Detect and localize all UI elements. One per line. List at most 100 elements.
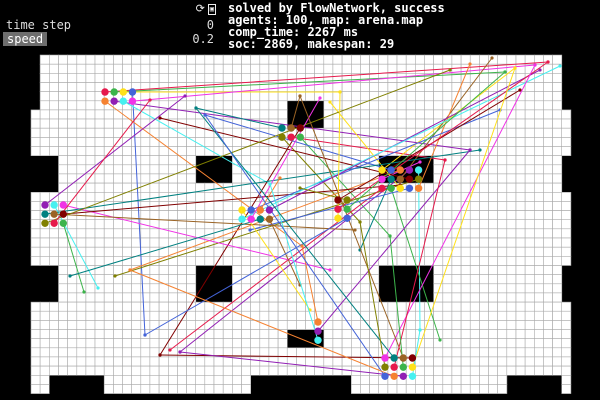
agent[interactable] bbox=[405, 184, 414, 192]
map-cell bbox=[195, 73, 206, 83]
agent[interactable] bbox=[41, 201, 49, 209]
agent[interactable] bbox=[390, 354, 398, 362]
agent[interactable] bbox=[265, 215, 274, 223]
agent[interactable] bbox=[399, 363, 407, 371]
map-cell bbox=[259, 91, 270, 102]
map-cell bbox=[177, 365, 187, 376]
map-canvas[interactable] bbox=[0, 0, 600, 400]
agent[interactable] bbox=[101, 97, 109, 105]
agent[interactable] bbox=[334, 205, 342, 213]
agent[interactable] bbox=[296, 133, 304, 141]
time-step-row[interactable]: time step 0 bbox=[6, 18, 214, 32]
agent[interactable] bbox=[278, 124, 286, 132]
map-cell bbox=[433, 384, 444, 394]
agent[interactable] bbox=[378, 166, 386, 174]
agent[interactable] bbox=[256, 206, 264, 214]
agent[interactable] bbox=[378, 184, 386, 192]
agent[interactable] bbox=[405, 166, 414, 174]
agent[interactable] bbox=[387, 184, 395, 192]
agent[interactable] bbox=[405, 175, 414, 183]
agent[interactable] bbox=[59, 210, 67, 218]
refresh-icon[interactable]: ⟳ bbox=[196, 3, 205, 15]
agent[interactable] bbox=[381, 354, 389, 362]
agent[interactable] bbox=[408, 354, 417, 362]
agent[interactable] bbox=[390, 363, 398, 371]
map-cell bbox=[222, 320, 233, 330]
map-cell bbox=[369, 118, 380, 129]
agent[interactable] bbox=[296, 124, 304, 132]
map-cell bbox=[424, 338, 434, 349]
agent[interactable] bbox=[119, 88, 128, 96]
agent[interactable] bbox=[396, 166, 404, 174]
agent[interactable] bbox=[387, 166, 395, 174]
agent[interactable] bbox=[50, 201, 58, 209]
agent[interactable] bbox=[408, 372, 417, 380]
map-cell bbox=[122, 374, 132, 385]
map-cell bbox=[552, 301, 563, 312]
agent[interactable] bbox=[381, 363, 389, 371]
speed-row[interactable]: speed 0.2 bbox=[3, 32, 214, 46]
agent[interactable] bbox=[101, 88, 109, 96]
agent[interactable] bbox=[128, 97, 137, 105]
agent[interactable] bbox=[396, 175, 404, 183]
agent[interactable] bbox=[414, 166, 423, 174]
agent[interactable] bbox=[119, 97, 128, 105]
agent[interactable] bbox=[343, 196, 351, 204]
agent[interactable] bbox=[265, 206, 274, 214]
agent[interactable] bbox=[314, 318, 322, 326]
agent[interactable] bbox=[343, 214, 351, 222]
agent[interactable] bbox=[128, 88, 137, 96]
agent[interactable] bbox=[408, 363, 417, 371]
agent[interactable] bbox=[41, 219, 49, 227]
agent[interactable] bbox=[387, 175, 395, 183]
map-cell bbox=[469, 365, 480, 376]
agent[interactable] bbox=[50, 210, 58, 218]
agent[interactable] bbox=[287, 124, 295, 132]
agent[interactable] bbox=[238, 206, 246, 214]
map-cell bbox=[186, 82, 197, 92]
map-cell bbox=[515, 301, 526, 312]
agent[interactable] bbox=[247, 206, 255, 214]
agent[interactable] bbox=[50, 219, 58, 227]
agent[interactable] bbox=[238, 215, 246, 223]
map-cell bbox=[241, 192, 251, 202]
agent[interactable] bbox=[59, 219, 67, 227]
map-cell bbox=[479, 320, 489, 330]
agent[interactable] bbox=[390, 372, 398, 380]
map-cell bbox=[103, 384, 114, 394]
agent[interactable] bbox=[414, 184, 423, 192]
map-cell bbox=[76, 73, 87, 83]
map-cell bbox=[177, 374, 187, 385]
map-cell bbox=[58, 146, 68, 156]
agent[interactable] bbox=[314, 327, 322, 335]
map-cell bbox=[479, 329, 489, 339]
map-cell bbox=[39, 329, 50, 339]
map-cell bbox=[341, 274, 352, 285]
agent[interactable] bbox=[314, 336, 322, 344]
agent[interactable] bbox=[334, 196, 342, 204]
map-cell bbox=[30, 146, 41, 156]
agent[interactable] bbox=[110, 88, 118, 96]
map-cell bbox=[131, 374, 142, 385]
agent[interactable] bbox=[381, 372, 389, 380]
map-cell bbox=[506, 320, 517, 330]
agent[interactable] bbox=[247, 215, 255, 223]
agent[interactable] bbox=[396, 184, 404, 192]
agent[interactable] bbox=[414, 175, 423, 183]
agent[interactable] bbox=[110, 97, 118, 105]
screenshot-icon[interactable]: ▣ bbox=[207, 3, 216, 15]
map-cell bbox=[524, 237, 535, 248]
agent[interactable] bbox=[287, 133, 295, 141]
agent[interactable] bbox=[378, 175, 386, 183]
agent[interactable] bbox=[334, 214, 342, 222]
map-cell bbox=[296, 173, 306, 184]
agent[interactable] bbox=[59, 201, 67, 209]
agent[interactable] bbox=[399, 372, 407, 380]
map-cell bbox=[479, 292, 489, 303]
agent[interactable] bbox=[41, 210, 49, 218]
map-cell bbox=[360, 301, 370, 312]
agent[interactable] bbox=[343, 205, 351, 213]
agent[interactable] bbox=[399, 354, 407, 362]
agent[interactable] bbox=[256, 215, 264, 223]
agent[interactable] bbox=[278, 133, 286, 141]
